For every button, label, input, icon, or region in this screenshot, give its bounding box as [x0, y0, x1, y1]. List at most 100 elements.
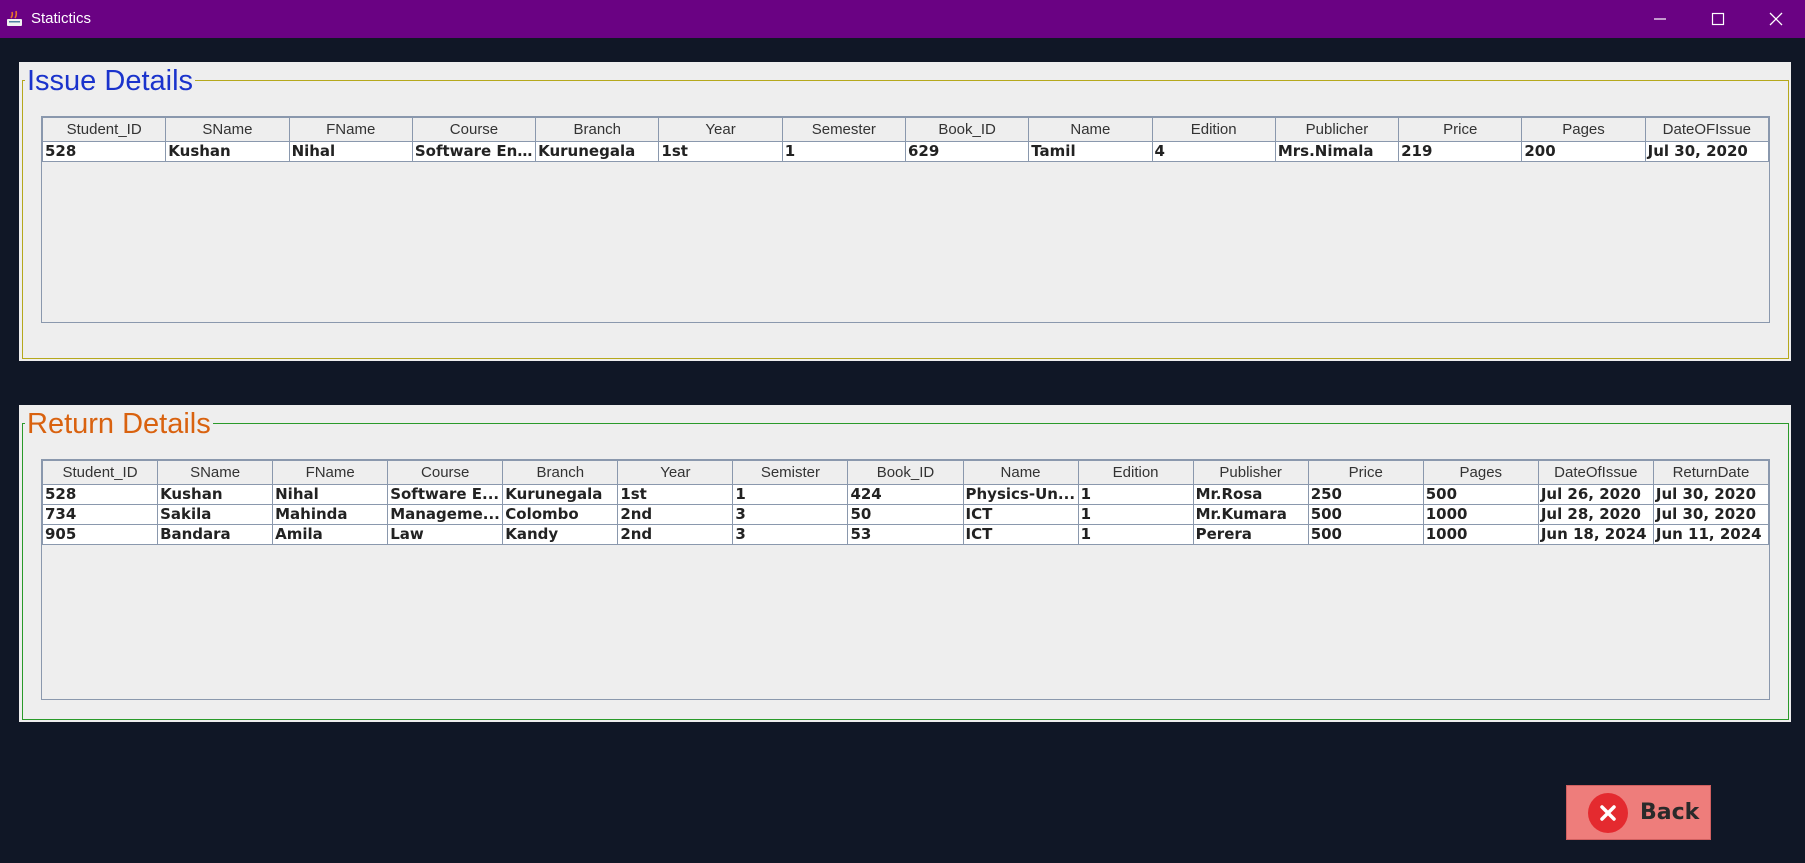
column-header[interactable]: Name	[962, 460, 1079, 485]
table-cell[interactable]: Sakila	[157, 504, 274, 525]
table-cell[interactable]: 53	[847, 524, 964, 545]
column-header[interactable]: ReturnDate	[1652, 460, 1770, 485]
table-cell[interactable]: Kushan	[165, 141, 290, 162]
table-cell[interactable]: 200	[1521, 141, 1646, 162]
table-cell[interactable]: Jun 11, 2024	[1652, 524, 1770, 545]
column-header[interactable]: Year	[658, 117, 783, 142]
table-cell[interactable]: Amila	[272, 524, 389, 545]
table-cell[interactable]: ICT	[962, 504, 1079, 525]
table-cell[interactable]: Jul 30, 2020	[1652, 484, 1770, 505]
table-cell[interactable]: 1st	[658, 141, 783, 162]
column-header[interactable]: Publisher	[1192, 460, 1309, 485]
table-cell[interactable]: 500	[1307, 504, 1424, 525]
back-button[interactable]: Back	[1566, 785, 1711, 840]
table-row[interactable]: 734 Sakila Mahinda Manageme... Colombo 2nd 3 50…	[41, 504, 1770, 525]
column-header[interactable]: Edition	[1077, 460, 1194, 485]
column-header[interactable]: Book_ID	[904, 117, 1030, 142]
table-cell[interactable]: Nihal	[272, 484, 389, 505]
table-cell[interactable]: Perera	[1192, 524, 1309, 545]
column-header[interactable]: SName	[157, 460, 274, 485]
table-cell[interactable]: Mr.Rosa	[1192, 484, 1309, 505]
table-cell[interactable]: 528	[41, 484, 159, 505]
column-header[interactable]: Book_ID	[847, 460, 964, 485]
column-header[interactable]: Edition	[1151, 117, 1276, 142]
column-header[interactable]: Price	[1307, 460, 1424, 485]
return-details-table[interactable]: Student_ID SName FName Course Branch Year Semi…	[41, 460, 1770, 545]
table-cell[interactable]: Kurunegala	[502, 484, 619, 505]
issue-details-table[interactable]: Student_ID SName FName Course Branch Year Seme…	[41, 117, 1770, 162]
table-cell[interactable]: Mahinda	[272, 504, 389, 525]
table-cell[interactable]: 424	[847, 484, 964, 505]
table-cell[interactable]: 1000	[1422, 504, 1539, 525]
column-header[interactable]: Semester	[781, 117, 906, 142]
table-cell[interactable]: Kushan	[157, 484, 274, 505]
column-header[interactable]: Course	[411, 117, 537, 142]
table-cell[interactable]: 500	[1422, 484, 1539, 505]
table-cell[interactable]: 50	[847, 504, 964, 525]
table-cell[interactable]: Mr.Kumara	[1192, 504, 1309, 525]
table-row[interactable]: 905 Bandara Amila Law Kandy 2nd 3 53 ICT 1 Perera 5…	[41, 524, 1770, 545]
close-button[interactable]	[1747, 0, 1805, 38]
table-cell[interactable]: Kurunegala	[535, 141, 660, 162]
table-row[interactable]: 528 Kushan Nihal Software En... Kurunegala 1s…	[41, 141, 1770, 162]
column-header[interactable]: Year	[617, 460, 734, 485]
column-header[interactable]: Branch	[502, 460, 619, 485]
column-header[interactable]: Price	[1398, 117, 1523, 142]
issue-details-table-scrollpane[interactable]: Student_ID SName FName Course Branch Year Seme…	[41, 116, 1770, 323]
table-cell[interactable]: Jul 28, 2020	[1537, 504, 1654, 525]
table-cell[interactable]: 3	[732, 504, 849, 525]
column-header[interactable]: Course	[387, 460, 504, 485]
table-cell[interactable]: Jul 30, 2020	[1652, 504, 1770, 525]
table-cell[interactable]: Jul 26, 2020	[1537, 484, 1654, 505]
table-cell[interactable]: 734	[41, 504, 159, 525]
table-cell[interactable]: 2nd	[617, 504, 734, 525]
table-cell[interactable]: ICT	[962, 524, 1079, 545]
table-cell[interactable]: 528	[41, 141, 167, 162]
table-cell[interactable]: Nihal	[288, 141, 413, 162]
column-header[interactable]: Semister	[732, 460, 849, 485]
column-header[interactable]: FName	[272, 460, 389, 485]
return-details-table-scrollpane[interactable]: Student_ID SName FName Course Branch Year Semi…	[41, 459, 1770, 700]
table-cell[interactable]: 250	[1307, 484, 1424, 505]
table-cell[interactable]: Law	[387, 524, 504, 545]
table-cell[interactable]: 500	[1307, 524, 1424, 545]
column-header[interactable]: Student_ID	[41, 460, 159, 485]
column-header[interactable]: FName	[288, 117, 413, 142]
table-cell[interactable]: 1	[1077, 484, 1194, 505]
table-cell[interactable]: 1	[781, 141, 906, 162]
table-cell[interactable]: Physics-Un...	[962, 484, 1079, 505]
column-header[interactable]: Branch	[535, 117, 660, 142]
column-header[interactable]: DateOfIssue	[1537, 460, 1654, 485]
table-cell[interactable]: 1	[732, 484, 849, 505]
table-cell[interactable]: Jun 18, 2024	[1537, 524, 1654, 545]
table-row[interactable]: 528 Kushan Nihal Software E... Kurunegala 1st…	[41, 484, 1770, 505]
table-cell[interactable]: 629	[904, 141, 1030, 162]
table-cell[interactable]: Tamil	[1028, 141, 1153, 162]
column-header[interactable]: SName	[165, 117, 290, 142]
column-header[interactable]: Publicher	[1274, 117, 1400, 142]
column-header[interactable]: Student_ID	[41, 117, 167, 142]
table-cell[interactable]: 1st	[617, 484, 734, 505]
table-cell[interactable]: Software En...	[411, 141, 537, 162]
table-cell[interactable]: 1	[1077, 524, 1194, 545]
table-cell[interactable]: Kandy	[502, 524, 619, 545]
table-cell[interactable]: Bandara	[157, 524, 274, 545]
table-cell[interactable]: Software E...	[387, 484, 504, 505]
table-cell[interactable]: Jul 30, 2020	[1644, 141, 1770, 162]
table-cell[interactable]: 1000	[1422, 524, 1539, 545]
table-cell[interactable]: 3	[732, 524, 849, 545]
column-header[interactable]: Name	[1028, 117, 1153, 142]
table-cell[interactable]: 1	[1077, 504, 1194, 525]
minimize-button[interactable]	[1631, 0, 1689, 38]
table-cell[interactable]: Manageme...	[387, 504, 504, 525]
maximize-button[interactable]	[1689, 0, 1747, 38]
column-header[interactable]: Pages	[1422, 460, 1539, 485]
table-cell[interactable]: 4	[1151, 141, 1276, 162]
column-header[interactable]: DateOFIssue	[1644, 117, 1770, 142]
table-cell[interactable]: Mrs.Nimala	[1274, 141, 1400, 162]
column-header[interactable]: Pages	[1521, 117, 1646, 142]
table-cell[interactable]: Colombo	[502, 504, 619, 525]
table-cell[interactable]: 905	[41, 524, 159, 545]
table-cell[interactable]: 2nd	[617, 524, 734, 545]
table-cell[interactable]: 219	[1398, 141, 1523, 162]
